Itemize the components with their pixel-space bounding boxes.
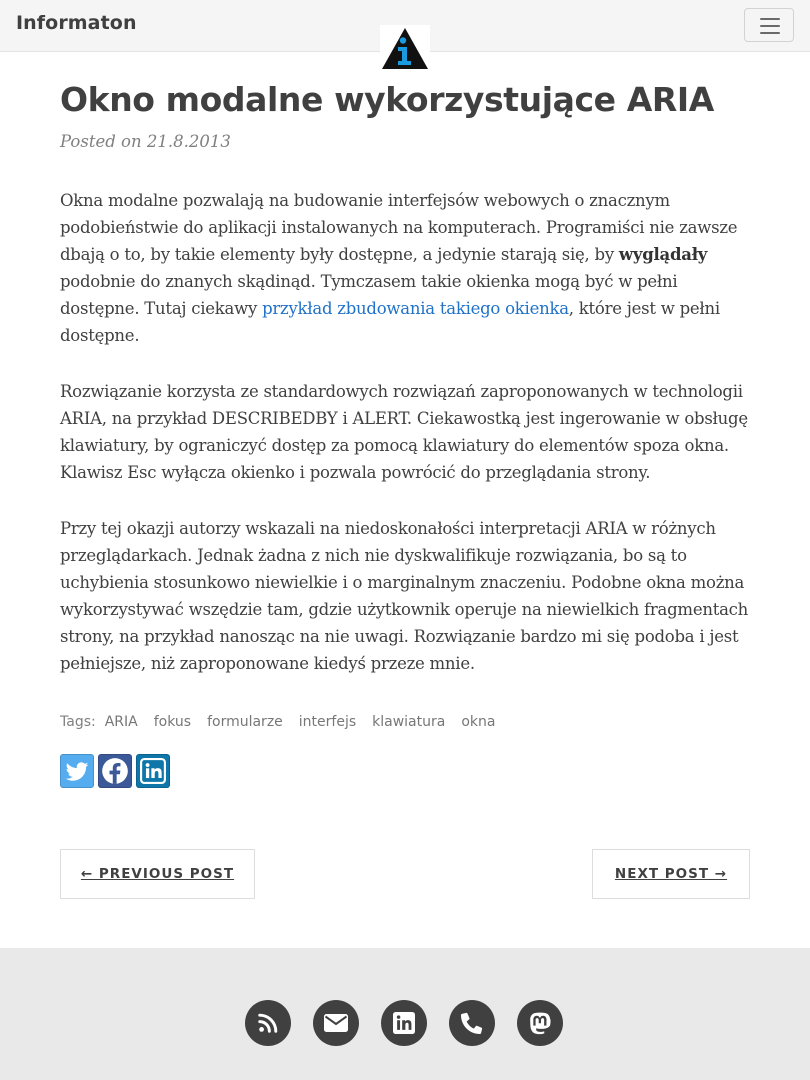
envelope-icon [324, 1014, 348, 1032]
linkedin-share-button[interactable] [136, 754, 170, 788]
brand-link[interactable]: Informaton [16, 12, 137, 34]
share-buttons [60, 754, 750, 788]
tag-link[interactable]: fokus [154, 714, 191, 730]
tag-link[interactable]: okna [461, 714, 495, 730]
post-title: Okno modalne wykorzystujące ARIA [60, 80, 714, 119]
post-content: Okno modalne wykorzystujące ARIA Posted … [60, 78, 750, 788]
linkedin-icon [393, 1012, 415, 1034]
menu-toggle-button[interactable] [744, 8, 794, 42]
next-post-button[interactable]: NEXT POST → [592, 849, 750, 899]
rss-icon [258, 1013, 278, 1033]
phone-icon [461, 1012, 483, 1034]
footer-social-links [245, 1000, 563, 1046]
bold-text: wyglądały [618, 245, 708, 264]
paragraph: Rozwiązanie korzysta ze standardowych ro… [60, 382, 748, 482]
mastodon-link[interactable] [517, 1000, 563, 1046]
paragraph: Przy tej okazji autorzy wskazali na nied… [60, 519, 749, 673]
facebook-icon [102, 758, 128, 784]
phone-link[interactable] [449, 1000, 495, 1046]
twitter-icon [65, 762, 89, 781]
facebook-share-button[interactable] [98, 754, 132, 788]
rss-link[interactable] [245, 1000, 291, 1046]
tag-link[interactable]: formularze [207, 714, 283, 730]
tags-label: Tags: [60, 714, 96, 730]
linkedin-icon [140, 758, 166, 784]
tags-list: Tags: ARIA fokus formularze interfejs kl… [60, 714, 750, 730]
paragraph: Okna modalne pozwalają na budowanie inte… [60, 187, 750, 349]
example-link[interactable]: przykład zbudowania takiego okienka [262, 299, 569, 318]
tag-link[interactable]: klawiatura [372, 714, 445, 730]
footer [0, 948, 810, 1080]
hamburger-menu-icon [760, 18, 780, 34]
post-meta: Posted on 21.8.2013 [60, 132, 231, 151]
info-triangle-logo[interactable] [380, 25, 430, 71]
mastodon-icon [530, 1012, 551, 1034]
tag-link[interactable]: interfejs [299, 714, 356, 730]
previous-post-button[interactable]: ← PREVIOUS POST [60, 849, 255, 899]
linkedin-link[interactable] [381, 1000, 427, 1046]
tag-link[interactable]: ARIA [105, 714, 138, 730]
twitter-share-button[interactable] [60, 754, 94, 788]
email-link[interactable] [313, 1000, 359, 1046]
